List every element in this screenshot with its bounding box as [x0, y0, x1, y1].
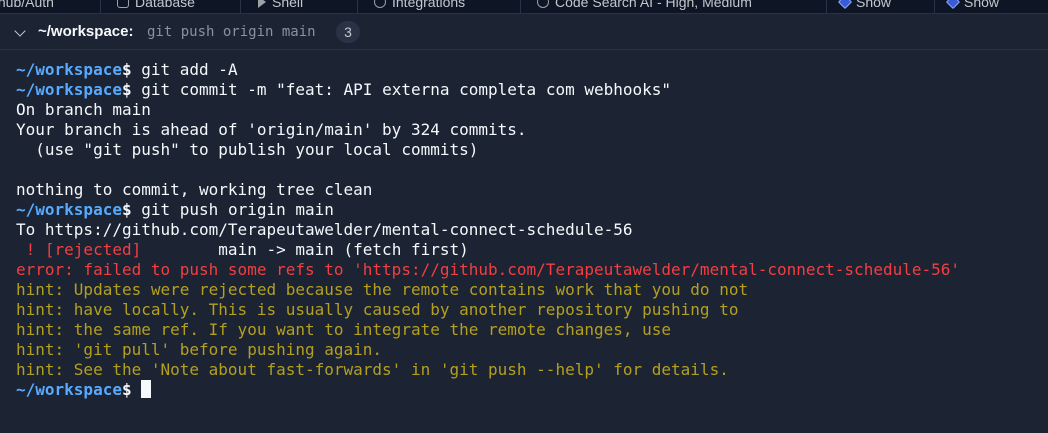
- terminal-line: (use "git push" to publish your local co…: [16, 140, 1036, 160]
- command-text: git push origin main: [131, 200, 334, 219]
- prompt-path: ~/workspace: [16, 200, 122, 219]
- output-text: Your branch is ahead of 'origin/main' by…: [16, 120, 527, 139]
- tab-label: Github/Auth: [0, 0, 54, 10]
- command-text: git commit -m "feat: API externa complet…: [131, 80, 672, 99]
- output-text: nothing to commit, working tree clean: [16, 180, 373, 199]
- diamond-icon: [945, 0, 961, 10]
- output-text: On branch main: [16, 100, 151, 119]
- tab-divider: [100, 0, 101, 13]
- tab-code-search[interactable]: Code Search AI - High, Medium: [537, 0, 752, 12]
- chevron-down-icon[interactable]: [14, 25, 26, 37]
- prompt-symbol: $: [121, 200, 132, 219]
- terminal-line: ~/workspace$ git add -A: [16, 60, 1036, 80]
- terminal-line: nothing to commit, working tree clean: [16, 180, 1036, 200]
- prompt-symbol: $: [121, 80, 132, 99]
- hint-message: hint: See the 'Note about fast-forwards'…: [16, 360, 729, 379]
- tab-integrations[interactable]: Integrations: [374, 0, 465, 12]
- tab-show-2[interactable]: Show: [945, 0, 1000, 12]
- prompt-path: ~/workspace: [16, 80, 122, 99]
- tab-label: Shell: [272, 0, 304, 10]
- prompt-symbol: $: [121, 60, 132, 79]
- rejected-detail: main -> main (fetch first): [141, 240, 469, 259]
- terminal-line: Your branch is ahead of 'origin/main' by…: [16, 120, 1036, 140]
- tab-label: Integrations: [392, 0, 466, 10]
- terminal-line: ! [rejected] main -> main (fetch first): [16, 240, 1036, 260]
- tab-label: Database: [135, 0, 195, 10]
- terminal-line: hint: have locally. This is usually caus…: [16, 300, 1036, 320]
- terminal-line: ~/workspace$ git commit -m "feat: API ex…: [16, 80, 1036, 100]
- hint-message: hint: have locally. This is usually caus…: [16, 300, 739, 319]
- terminal-line: hint: Updates were rejected because the …: [16, 280, 1036, 300]
- terminal-output[interactable]: ~/workspace$ git add -A ~/workspace$ git …: [16, 60, 1036, 400]
- terminal-line: ~/workspace$ git push origin main: [16, 200, 1036, 220]
- terminal-line: hint: the same ref. If you want to integ…: [16, 320, 1036, 340]
- tab-divider: [240, 0, 241, 13]
- header-command: git push origin main: [147, 24, 316, 40]
- output-text: To https://github.com/Terapeutawelder/me…: [16, 220, 633, 239]
- terminal-cursor: [141, 380, 152, 398]
- command-text: git add -A: [131, 60, 238, 79]
- error-message: error: failed to push some refs to 'http…: [16, 260, 961, 279]
- command-count-badge: 3: [336, 21, 360, 43]
- prompt-symbol: $: [121, 380, 132, 399]
- prompt-path: ~/workspace: [16, 60, 122, 79]
- tab-bar: Github/Auth Database Shell Integrations …: [0, 0, 1048, 14]
- tab-label: Show: [856, 0, 892, 10]
- hint-message: hint: 'git pull' before pushing again.: [16, 340, 383, 359]
- tab-show-1[interactable]: Show: [837, 0, 892, 12]
- diamond-icon: [837, 0, 853, 10]
- prompt-path: ~/workspace: [16, 380, 122, 399]
- output-text: (use "git push" to publish your local co…: [16, 140, 479, 159]
- tab-database[interactable]: Database: [117, 0, 195, 12]
- integrations-icon: [374, 0, 386, 8]
- tab-label: Show: [964, 0, 1000, 10]
- terminal-line: On branch main: [16, 100, 1036, 120]
- tab-github-auth[interactable]: Github/Auth: [0, 0, 54, 12]
- tab-divider: [934, 0, 935, 13]
- terminal-line: ~/workspace$: [16, 380, 1036, 400]
- terminal-line: To https://github.com/Terapeutawelder/me…: [16, 220, 1036, 240]
- header-path: ~/workspace:: [38, 23, 134, 40]
- shell-header: ~/workspace: git push origin main 3: [0, 14, 1048, 50]
- search-icon: [537, 0, 549, 8]
- hint-message: hint: the same ref. If you want to integ…: [16, 320, 672, 339]
- terminal-line: error: failed to push some refs to 'http…: [16, 260, 1036, 280]
- rejected-status: ! [rejected]: [16, 240, 142, 259]
- tab-shell[interactable]: Shell: [258, 0, 303, 12]
- hint-message: hint: Updates were rejected because the …: [16, 280, 749, 299]
- tab-label: Code Search AI - High, Medium: [555, 0, 752, 10]
- tab-divider: [826, 0, 827, 13]
- tab-divider: [520, 0, 521, 13]
- play-icon: [258, 0, 266, 8]
- tab-divider: [357, 0, 358, 13]
- terminal-line: hint: See the 'Note about fast-forwards'…: [16, 360, 1036, 380]
- database-icon: [117, 0, 129, 8]
- terminal-line: hint: 'git pull' before pushing again.: [16, 340, 1036, 360]
